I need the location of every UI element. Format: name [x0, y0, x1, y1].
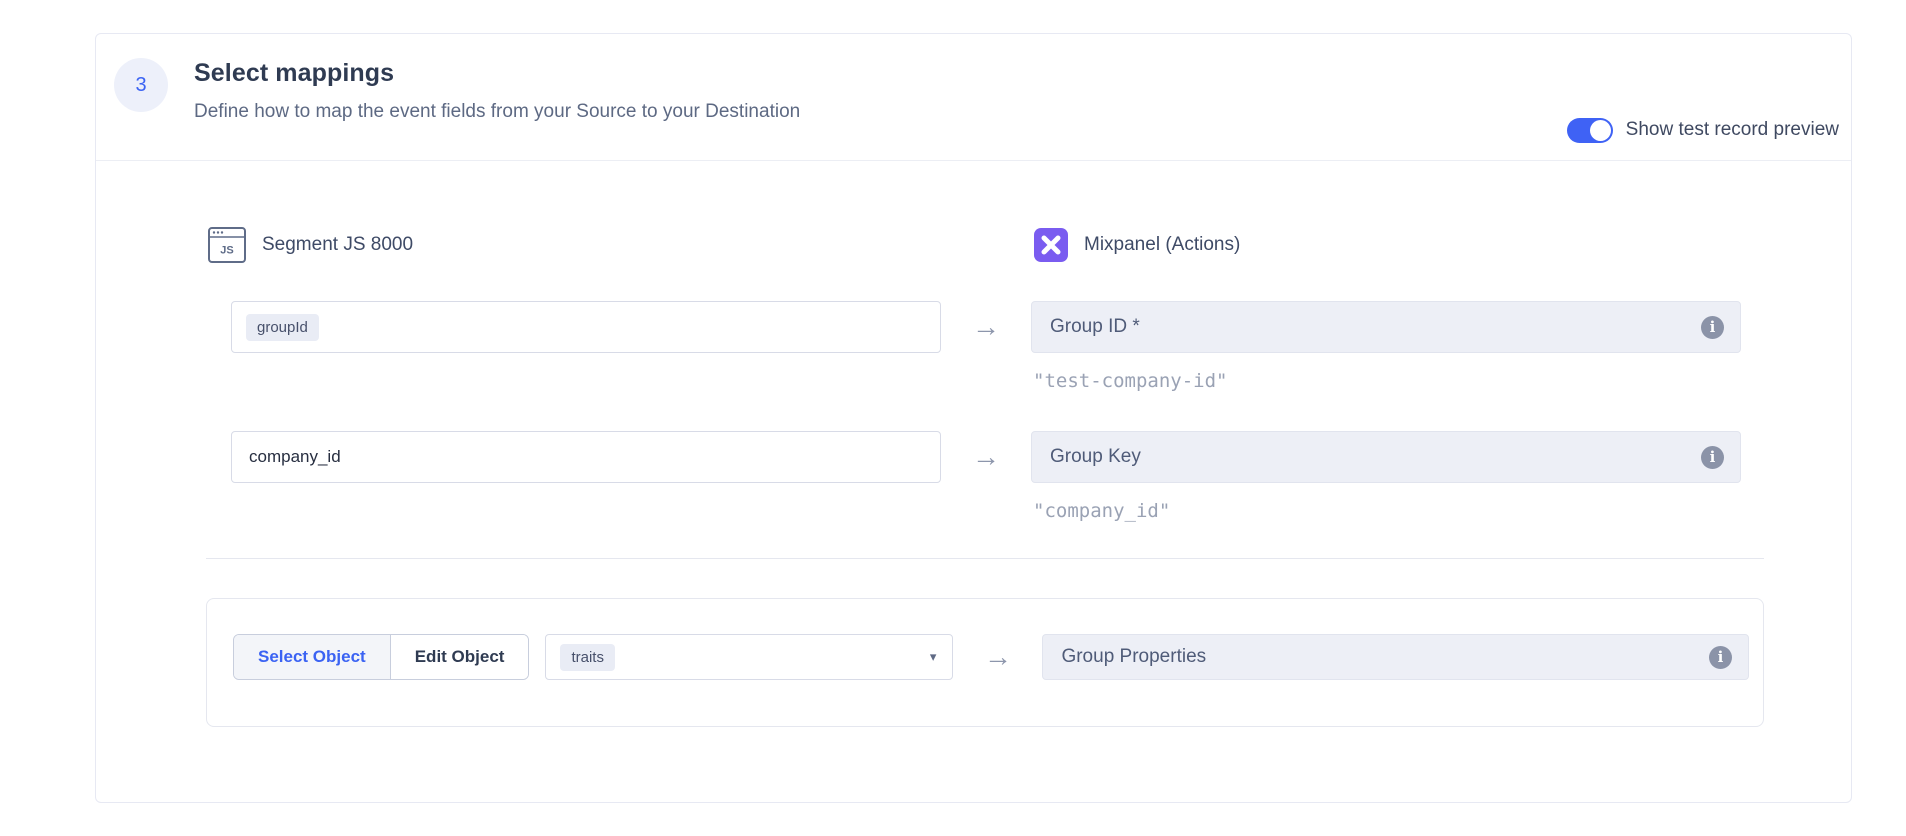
- page-subtitle: Define how to map the event fields from …: [194, 101, 800, 123]
- chevron-down-icon: ▾: [930, 649, 937, 665]
- test-record-preview-value: "company_id": [1033, 500, 1170, 522]
- destination-field-row1: Group ID * i: [1031, 301, 1741, 353]
- source-name-label: Segment JS 8000: [262, 234, 413, 256]
- source-field-input-row2[interactable]: company_id: [231, 431, 941, 483]
- card-header: 3 Select mappings Define how to map the …: [96, 34, 1851, 161]
- js-browser-icon: JS: [208, 227, 246, 263]
- mapping-arrow-icon: →: [941, 301, 1031, 353]
- source-column-header: JS Segment JS 8000: [208, 225, 413, 265]
- svg-text:JS: JS: [220, 245, 233, 257]
- test-record-preview-toggle-group: Show test record preview: [1567, 116, 1839, 144]
- destination-name-label: Mixpanel (Actions): [1084, 234, 1240, 256]
- toggle-label: Show test record preview: [1626, 119, 1839, 141]
- select-mappings-card: 3 Select mappings Define how to map the …: [95, 33, 1852, 803]
- section-divider: [206, 558, 1764, 559]
- destination-field-label: Group Properties: [1061, 646, 1709, 668]
- object-mapping-card: Select Object Edit Object traits ▾ → Gro…: [206, 598, 1764, 727]
- mapping-arrow-icon: →: [953, 634, 1042, 680]
- show-test-record-preview-toggle[interactable]: [1567, 118, 1613, 143]
- toggle-knob: [1590, 120, 1611, 141]
- info-icon[interactable]: i: [1701, 316, 1724, 339]
- destination-field-label: Group Key: [1050, 446, 1701, 468]
- mapping-arrow-icon: →: [941, 431, 1031, 483]
- step-number-badge: 3: [114, 58, 168, 112]
- object-mapping-row: Select Object Edit Object traits ▾ → Gro…: [233, 634, 1749, 680]
- source-field-input-row1[interactable]: groupId: [231, 301, 941, 353]
- step-number: 3: [135, 74, 146, 97]
- object-source-chip: traits: [560, 644, 615, 671]
- object-source-dropdown[interactable]: traits ▾: [545, 634, 953, 680]
- source-field-text[interactable]: company_id: [246, 447, 341, 467]
- mixpanel-icon: [1034, 228, 1068, 262]
- info-icon[interactable]: i: [1701, 446, 1724, 469]
- page-title: Select mappings: [194, 59, 394, 88]
- destination-field-object: Group Properties i: [1042, 634, 1749, 680]
- select-object-button[interactable]: Select Object: [234, 635, 391, 679]
- test-record-preview-value: "test-company-id": [1033, 370, 1227, 392]
- object-mode-segmented-control: Select Object Edit Object: [233, 634, 529, 680]
- destination-column-header: Mixpanel (Actions): [1034, 225, 1240, 265]
- destination-field-row2: Group Key i: [1031, 431, 1741, 483]
- info-icon[interactable]: i: [1709, 646, 1732, 669]
- source-field-chip[interactable]: groupId: [246, 314, 319, 341]
- destination-field-label: Group ID *: [1050, 316, 1701, 338]
- edit-object-button[interactable]: Edit Object: [391, 635, 529, 679]
